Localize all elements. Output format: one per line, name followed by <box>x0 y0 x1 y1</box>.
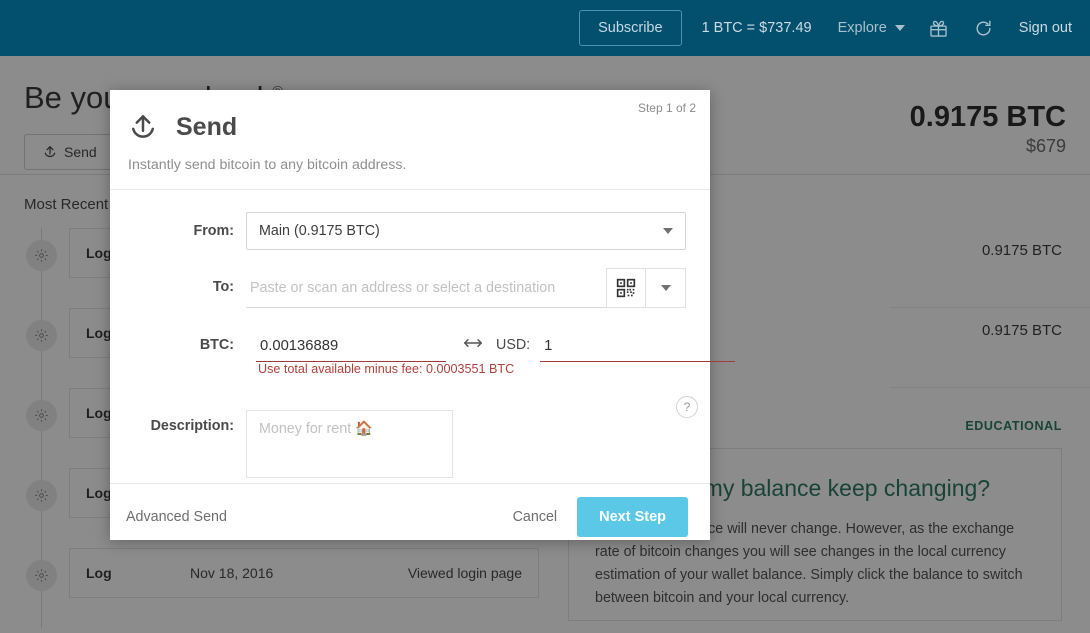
upload-send-icon <box>132 115 154 138</box>
btc-exchange-rate: 1 BTC = $737.49 <box>701 20 812 36</box>
top-navigation-bar: Subscribe 1 BTC = $737.49 Explore Sign o… <box>0 0 1090 56</box>
modal-footer: Advanced Send Cancel Next Step <box>110 483 710 549</box>
explore-label: Explore <box>837 20 887 36</box>
description-label: Description: <box>150 418 234 434</box>
left-right-arrow-icon[interactable] <box>446 330 496 355</box>
question-mark-icon[interactable]: ? <box>676 396 698 418</box>
from-account-select[interactable]: Main (0.9175 BTC) <box>246 212 686 250</box>
chevron-down-icon <box>663 228 673 234</box>
sign-out-link[interactable]: Sign out <box>1019 20 1072 36</box>
to-field-row: To: <box>134 268 686 308</box>
usd-amount-input[interactable] <box>540 330 736 362</box>
step-indicator: Step 1 of 2 <box>637 101 696 115</box>
btc-label: BTC: <box>199 337 234 353</box>
from-field-row: From: Main (0.9175 BTC) <box>134 212 686 250</box>
to-label: To: <box>212 279 234 295</box>
chevron-down-icon <box>660 285 671 291</box>
description-field-row: Description: ? <box>134 396 698 483</box>
to-destination-dropdown[interactable] <box>646 268 686 308</box>
advanced-send-link[interactable]: Advanced Send <box>126 509 227 525</box>
amount-error-message: Use total available minus fee: 0.0003551… <box>258 362 515 376</box>
btc-amount-input[interactable] <box>256 330 446 362</box>
from-account-value: Main (0.9175 BTC) <box>259 223 380 239</box>
modal-subtitle: Instantly send bitcoin to any bitcoin ad… <box>128 157 407 173</box>
modal-body: From: Main (0.9175 BTC) To: Paste or sca… <box>110 190 736 483</box>
from-label: From: <box>193 223 234 239</box>
subscribe-button[interactable]: Subscribe <box>579 10 682 46</box>
modal-title: Send <box>176 112 238 141</box>
send-modal: Step 1 of 2 Send Instantly send bitcoin … <box>110 90 736 540</box>
qr-code-glyph <box>616 278 636 298</box>
chevron-down-icon <box>894 25 905 31</box>
gift-icon[interactable] <box>929 19 948 38</box>
modal-header: Step 1 of 2 Send Instantly send bitcoin … <box>110 90 710 190</box>
usd-label: USD: <box>496 337 531 353</box>
description-input[interactable] <box>246 410 453 478</box>
next-step-button[interactable]: Next Step <box>577 496 688 537</box>
cancel-button[interactable]: Cancel <box>507 508 564 526</box>
to-address-input[interactable] <box>246 268 606 308</box>
app-root: Subscribe 1 BTC = $737.49 Explore Sign o… <box>0 0 1090 633</box>
amount-field-row: BTC: USD: <box>134 330 736 362</box>
refresh-icon[interactable] <box>974 19 993 38</box>
explore-menu[interactable]: Explore <box>838 20 905 36</box>
qr-code-icon[interactable] <box>606 268 646 308</box>
